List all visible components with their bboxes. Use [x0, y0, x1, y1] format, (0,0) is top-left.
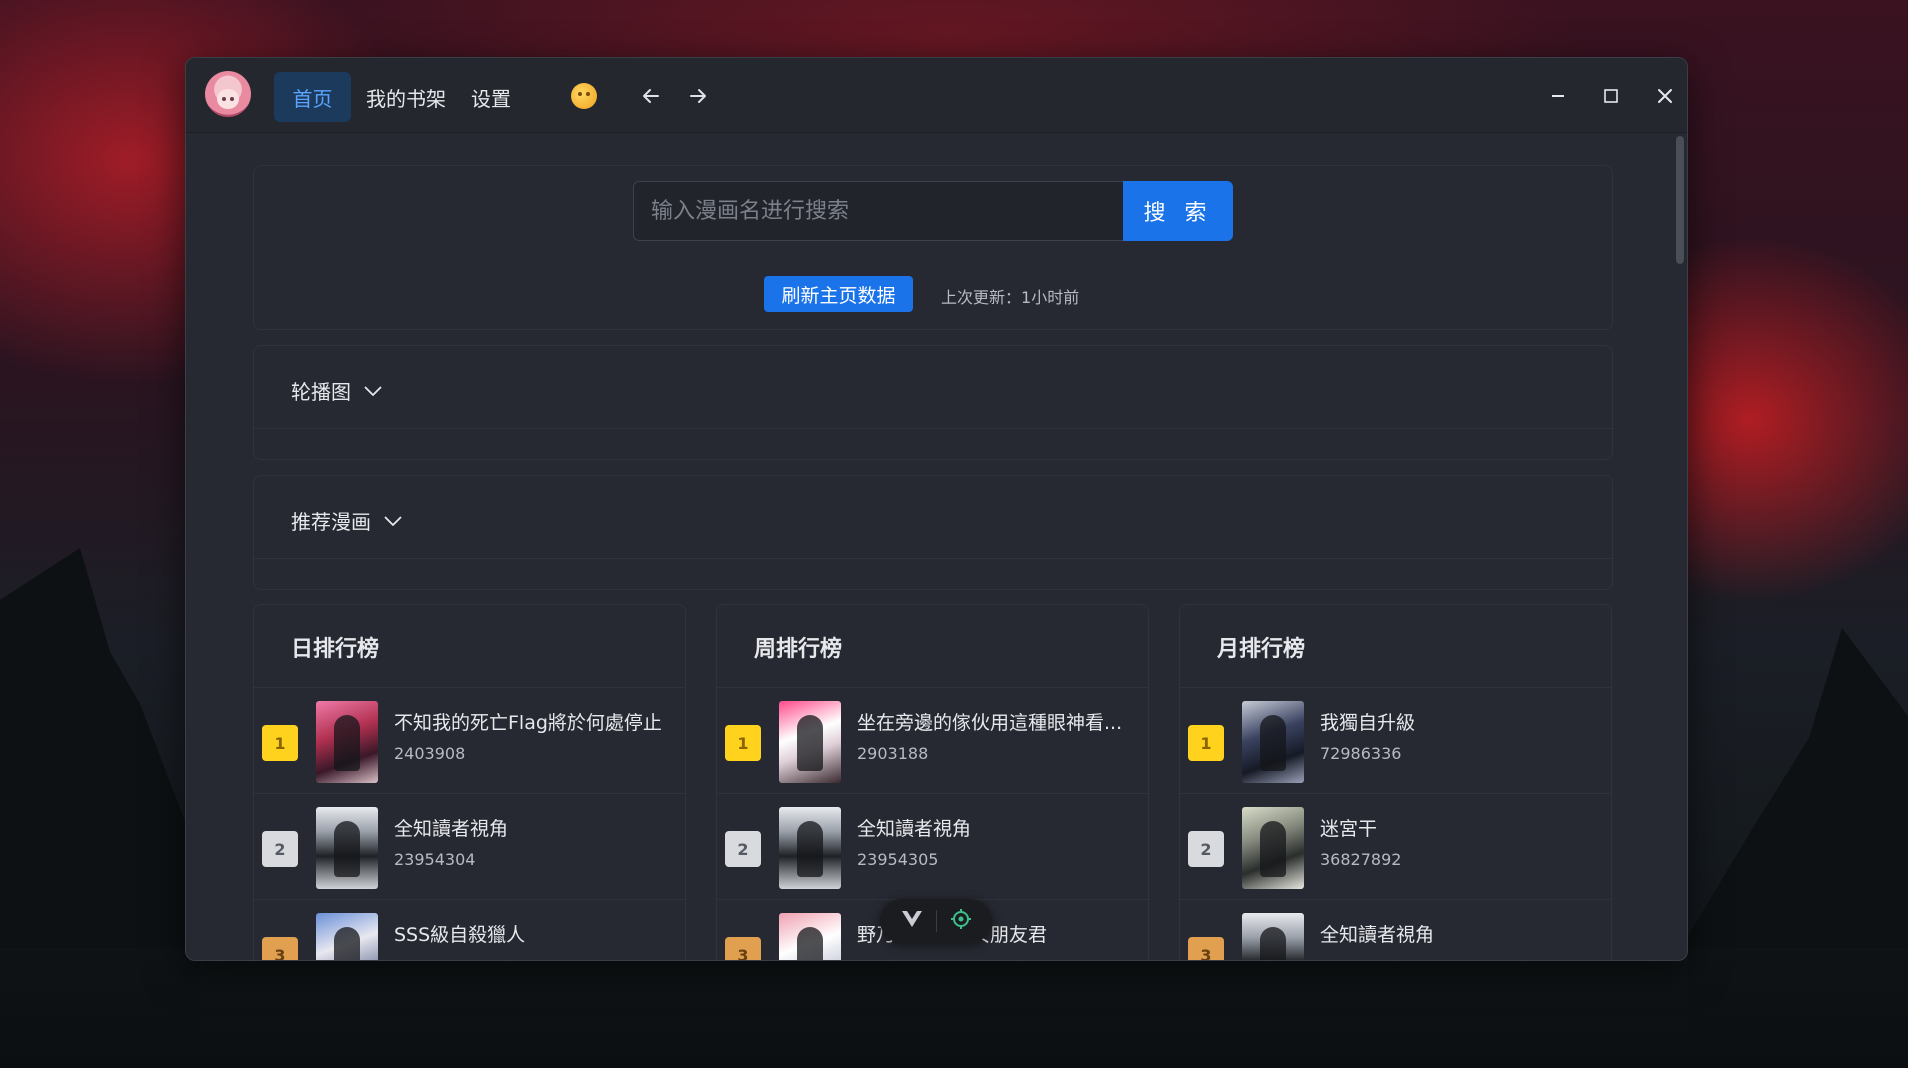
ranking-title: 周排行榜 [754, 637, 843, 662]
back-arrow-icon[interactable] [635, 80, 667, 112]
comic-popularity: 36827892 [1320, 850, 1402, 869]
close-icon[interactable] [1647, 78, 1683, 114]
comic-cover[interactable] [316, 913, 378, 960]
avatar-face [217, 89, 239, 109]
scrollbar-thumb[interactable] [1676, 136, 1684, 264]
avatar[interactable] [205, 71, 251, 117]
rank-badge: 1 [725, 725, 761, 761]
avatar-eye [222, 97, 226, 101]
divider [254, 428, 1612, 429]
main-content[interactable]: 搜 索 刷新主页数据 上次更新：1小时前 轮播图 推荐漫画 [186, 134, 1687, 960]
comic-title[interactable]: 我獨自升級 [1320, 708, 1600, 735]
comic-title[interactable]: 坐在旁邊的傢伙用這種眼神看... [857, 708, 1137, 735]
list-item[interactable]: 2 迷宮干 36827892 [1180, 794, 1611, 900]
comic-cover[interactable] [1242, 701, 1304, 783]
carousel-title: 轮播图 [291, 380, 351, 404]
list-item[interactable]: 1 我獨自升級 72986336 [1180, 688, 1611, 794]
comic-cover[interactable] [779, 913, 841, 960]
comic-popularity: 72986336 [1320, 744, 1402, 763]
recommend-title: 推荐漫画 [291, 510, 371, 534]
tab-settings[interactable]: 设置 [464, 72, 518, 122]
vue-logo-icon[interactable] [900, 909, 924, 933]
last-update-value: 1小时前 [1021, 288, 1080, 307]
ground-silhouette [0, 948, 1908, 1068]
rank-badge: 2 [262, 831, 298, 867]
maximize-icon[interactable] [1593, 78, 1629, 114]
divider [254, 558, 1612, 559]
comic-title[interactable]: 全知讀者視角 [394, 814, 674, 841]
search-panel: 搜 索 刷新主页数据 上次更新：1小时前 [253, 165, 1613, 330]
minimize-icon[interactable] [1540, 78, 1576, 114]
chevron-down-icon [383, 514, 403, 528]
list-item[interactable]: 1 坐在旁邊的傢伙用這種眼神看... 2903188 [717, 688, 1148, 794]
list-item[interactable]: 2 全知讀者視角 23954304 [254, 794, 685, 900]
comic-popularity: 23954305 [857, 850, 939, 869]
rank-badge: 1 [262, 725, 298, 761]
comic-title[interactable]: 全知讀者視角 [1320, 920, 1600, 947]
list-item[interactable]: 1 不知我的死亡Flag將於何處停止 2403908 [254, 688, 685, 794]
tab-home[interactable]: 首页 [274, 72, 351, 122]
comic-popularity: 2903188 [857, 744, 929, 763]
divider [936, 910, 938, 932]
recommend-toggle[interactable]: 推荐漫画 [291, 506, 403, 535]
rank-badge: 1 [1188, 725, 1224, 761]
tab-bookshelf[interactable]: 我的书架 [360, 72, 452, 122]
comic-title[interactable]: 不知我的死亡Flag將於何處停止 [394, 708, 674, 735]
app-window: 首页 我的书架 设置 搜 索 刷新主页数据 上次更新：1小时前 轮播图 [185, 57, 1688, 961]
comic-title[interactable]: SSS級自殺獵人 [394, 920, 674, 947]
avatar-eye [230, 97, 234, 101]
carousel-toggle[interactable]: 轮播图 [291, 376, 383, 405]
list-item[interactable]: 3 SSS級自殺獵人 [254, 900, 685, 960]
search-input[interactable] [633, 181, 1123, 241]
target-icon[interactable] [950, 908, 972, 934]
devtools-floating-bar [880, 899, 992, 943]
carousel-section: 轮播图 [253, 345, 1613, 460]
rank-badge: 2 [725, 831, 761, 867]
comic-title[interactable]: 迷宮干 [1320, 814, 1600, 841]
search-button[interactable]: 搜 索 [1123, 181, 1233, 241]
chevron-down-icon [363, 384, 383, 398]
last-update-text: 上次更新：1小时前 [941, 284, 1079, 308]
recommend-section: 推荐漫画 [253, 475, 1613, 590]
comic-cover[interactable] [1242, 807, 1304, 889]
rank-badge: 3 [1188, 937, 1224, 960]
comic-cover[interactable] [779, 701, 841, 783]
title-bar: 首页 我的书架 设置 [186, 58, 1687, 133]
monthly-ranking-card: 月排行榜 1 我獨自升級 72986336 2 迷宮干 36827892 3 全… [1179, 604, 1612, 960]
refresh-home-button[interactable]: 刷新主页数据 [764, 276, 913, 312]
comic-cover[interactable] [316, 701, 378, 783]
comic-popularity: 2403908 [394, 744, 466, 763]
last-update-label: 上次更新： [941, 288, 1022, 307]
daily-ranking-card: 日排行榜 1 不知我的死亡Flag將於何處停止 2403908 2 全知讀者視角… [253, 604, 686, 960]
forward-arrow-icon[interactable] [682, 80, 714, 112]
list-item[interactable]: 3 全知讀者視角 [1180, 900, 1611, 960]
ranking-title: 月排行榜 [1217, 637, 1306, 662]
list-item[interactable]: 2 全知讀者視角 23954305 [717, 794, 1148, 900]
ranking-title: 日排行榜 [291, 637, 380, 662]
rank-badge: 3 [262, 937, 298, 960]
comic-title[interactable]: 全知讀者視角 [857, 814, 1137, 841]
rank-badge: 2 [1188, 831, 1224, 867]
rank-badge: 3 [725, 937, 761, 960]
comic-popularity: 23954304 [394, 850, 476, 869]
comic-cover[interactable] [316, 807, 378, 889]
comic-cover[interactable] [1242, 913, 1304, 960]
comic-cover[interactable] [779, 807, 841, 889]
emoji-face-icon[interactable] [571, 83, 597, 109]
